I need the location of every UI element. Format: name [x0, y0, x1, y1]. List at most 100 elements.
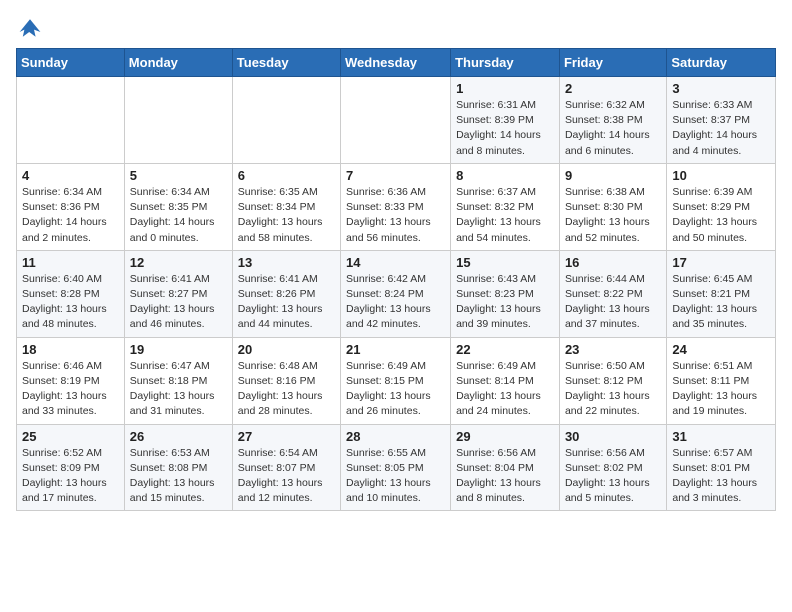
day-info: Sunrise: 6:47 AMSunset: 8:18 PMDaylight:…	[130, 359, 227, 420]
day-info: Sunrise: 6:56 AMSunset: 8:02 PMDaylight:…	[565, 446, 661, 507]
calendar-cell: 26 Sunrise: 6:53 AMSunset: 8:08 PMDayligh…	[124, 424, 232, 511]
day-info: Sunrise: 6:49 AMSunset: 8:14 PMDaylight:…	[456, 359, 554, 420]
day-info: Sunrise: 6:36 AMSunset: 8:33 PMDaylight:…	[346, 185, 445, 246]
calendar-cell: 5Sunrise: 6:34 AMSunset: 8:35 PMDaylight…	[124, 163, 232, 250]
calendar-cell: 20 Sunrise: 6:48 AMSunset: 8:16 PMDayligh…	[232, 337, 340, 424]
day-number: 21	[346, 342, 445, 357]
day-info: Sunrise: 6:52 AMSunset: 8:09 PMDaylight:…	[22, 446, 119, 507]
calendar-cell: 27 Sunrise: 6:54 AMSunset: 8:07 PMDayligh…	[232, 424, 340, 511]
calendar-cell	[124, 77, 232, 164]
calendar-cell: 24 Sunrise: 6:51 AMSunset: 8:11 PMDayligh…	[667, 337, 776, 424]
day-number: 18	[22, 342, 119, 357]
logo	[16, 16, 42, 40]
day-info: Sunrise: 6:40 AMSunset: 8:28 PMDaylight:…	[22, 272, 119, 333]
day-header-tuesday: Tuesday	[232, 49, 340, 77]
day-number: 12	[130, 255, 227, 270]
day-number: 23	[565, 342, 661, 357]
day-number: 14	[346, 255, 445, 270]
day-header-thursday: Thursday	[451, 49, 560, 77]
calendar-cell: 14 Sunrise: 6:42 AMSunset: 8:24 PMDayligh…	[341, 250, 451, 337]
day-number: 24	[672, 342, 770, 357]
calendar-week-row: 25 Sunrise: 6:52 AMSunset: 8:09 PMDayligh…	[17, 424, 776, 511]
calendar-cell: 6 Sunrise: 6:35 AMSunset: 8:34 PMDaylight…	[232, 163, 340, 250]
day-info: Sunrise: 6:48 AMSunset: 8:16 PMDaylight:…	[238, 359, 335, 420]
calendar-cell: 18 Sunrise: 6:46 AMSunset: 8:19 PMDayligh…	[17, 337, 125, 424]
day-number: 16	[565, 255, 661, 270]
calendar-week-row: 4Sunrise: 6:34 AMSunset: 8:36 PMDaylight…	[17, 163, 776, 250]
calendar-week-row: 18 Sunrise: 6:46 AMSunset: 8:19 PMDayligh…	[17, 337, 776, 424]
calendar-cell: 17Sunrise: 6:45 AMSunset: 8:21 PMDayligh…	[667, 250, 776, 337]
day-info: Sunrise: 6:41 AMSunset: 8:26 PMDaylight:…	[238, 272, 335, 333]
calendar-cell: 25 Sunrise: 6:52 AMSunset: 8:09 PMDayligh…	[17, 424, 125, 511]
day-info: Sunrise: 6:35 AMSunset: 8:34 PMDaylight:…	[238, 185, 335, 246]
calendar-week-row: 11 Sunrise: 6:40 AMSunset: 8:28 PMDayligh…	[17, 250, 776, 337]
day-info: Sunrise: 6:51 AMSunset: 8:11 PMDaylight:…	[672, 359, 770, 420]
calendar-cell: 4Sunrise: 6:34 AMSunset: 8:36 PMDaylight…	[17, 163, 125, 250]
day-number: 9	[565, 168, 661, 183]
calendar-cell: 8 Sunrise: 6:37 AMSunset: 8:32 PMDaylight…	[451, 163, 560, 250]
day-number: 11	[22, 255, 119, 270]
day-number: 1	[456, 81, 554, 96]
calendar-cell: 22 Sunrise: 6:49 AMSunset: 8:14 PMDayligh…	[451, 337, 560, 424]
calendar-cell: 2Sunrise: 6:32 AMSunset: 8:38 PMDaylight…	[559, 77, 666, 164]
day-number: 29	[456, 429, 554, 444]
day-number: 22	[456, 342, 554, 357]
calendar-cell: 28 Sunrise: 6:55 AMSunset: 8:05 PMDayligh…	[341, 424, 451, 511]
day-header-saturday: Saturday	[667, 49, 776, 77]
day-info: Sunrise: 6:53 AMSunset: 8:08 PMDaylight:…	[130, 446, 227, 507]
day-number: 10	[672, 168, 770, 183]
calendar-cell: 9 Sunrise: 6:38 AMSunset: 8:30 PMDaylight…	[559, 163, 666, 250]
day-number: 8	[456, 168, 554, 183]
day-number: 3	[672, 81, 770, 96]
day-info: Sunrise: 6:34 AMSunset: 8:35 PMDaylight:…	[130, 185, 227, 246]
day-number: 7	[346, 168, 445, 183]
calendar-cell	[341, 77, 451, 164]
calendar-cell: 13Sunrise: 6:41 AMSunset: 8:26 PMDayligh…	[232, 250, 340, 337]
day-info: Sunrise: 6:43 AMSunset: 8:23 PMDaylight:…	[456, 272, 554, 333]
calendar-cell: 10 Sunrise: 6:39 AMSunset: 8:29 PMDayligh…	[667, 163, 776, 250]
day-info: Sunrise: 6:46 AMSunset: 8:19 PMDaylight:…	[22, 359, 119, 420]
calendar-week-row: 1Sunrise: 6:31 AMSunset: 8:39 PMDaylight…	[17, 77, 776, 164]
day-header-friday: Friday	[559, 49, 666, 77]
calendar-cell: 11 Sunrise: 6:40 AMSunset: 8:28 PMDayligh…	[17, 250, 125, 337]
day-info: Sunrise: 6:38 AMSunset: 8:30 PMDaylight:…	[565, 185, 661, 246]
day-info: Sunrise: 6:57 AMSunset: 8:01 PMDaylight:…	[672, 446, 770, 507]
day-number: 20	[238, 342, 335, 357]
day-number: 17	[672, 255, 770, 270]
calendar-header-row: SundayMondayTuesdayWednesdayThursdayFrid…	[17, 49, 776, 77]
day-info: Sunrise: 6:56 AMSunset: 8:04 PMDaylight:…	[456, 446, 554, 507]
calendar-cell	[17, 77, 125, 164]
day-info: Sunrise: 6:39 AMSunset: 8:29 PMDaylight:…	[672, 185, 770, 246]
day-header-monday: Monday	[124, 49, 232, 77]
day-info: Sunrise: 6:49 AMSunset: 8:15 PMDaylight:…	[346, 359, 445, 420]
calendar-cell: 16 Sunrise: 6:44 AMSunset: 8:22 PMDayligh…	[559, 250, 666, 337]
calendar-cell: 21 Sunrise: 6:49 AMSunset: 8:15 PMDayligh…	[341, 337, 451, 424]
calendar-cell: 19 Sunrise: 6:47 AMSunset: 8:18 PMDayligh…	[124, 337, 232, 424]
day-info: Sunrise: 6:42 AMSunset: 8:24 PMDaylight:…	[346, 272, 445, 333]
day-number: 15	[456, 255, 554, 270]
day-info: Sunrise: 6:44 AMSunset: 8:22 PMDaylight:…	[565, 272, 661, 333]
day-number: 19	[130, 342, 227, 357]
day-info: Sunrise: 6:32 AMSunset: 8:38 PMDaylight:…	[565, 98, 661, 159]
day-number: 25	[22, 429, 119, 444]
day-info: Sunrise: 6:54 AMSunset: 8:07 PMDaylight:…	[238, 446, 335, 507]
calendar-cell: 3 Sunrise: 6:33 AMSunset: 8:37 PMDaylight…	[667, 77, 776, 164]
day-number: 31	[672, 429, 770, 444]
calendar-cell: 12Sunrise: 6:41 AMSunset: 8:27 PMDayligh…	[124, 250, 232, 337]
calendar-cell	[232, 77, 340, 164]
calendar-cell: 31 Sunrise: 6:57 AMSunset: 8:01 PMDayligh…	[667, 424, 776, 511]
day-info: Sunrise: 6:33 AMSunset: 8:37 PMDaylight:…	[672, 98, 770, 159]
day-header-sunday: Sunday	[17, 49, 125, 77]
day-number: 6	[238, 168, 335, 183]
day-number: 26	[130, 429, 227, 444]
day-info: Sunrise: 6:37 AMSunset: 8:32 PMDaylight:…	[456, 185, 554, 246]
day-info: Sunrise: 6:55 AMSunset: 8:05 PMDaylight:…	[346, 446, 445, 507]
day-number: 28	[346, 429, 445, 444]
day-info: Sunrise: 6:50 AMSunset: 8:12 PMDaylight:…	[565, 359, 661, 420]
day-info: Sunrise: 6:34 AMSunset: 8:36 PMDaylight:…	[22, 185, 119, 246]
day-number: 27	[238, 429, 335, 444]
calendar-cell: 1Sunrise: 6:31 AMSunset: 8:39 PMDaylight…	[451, 77, 560, 164]
day-number: 30	[565, 429, 661, 444]
calendar-cell: 30 Sunrise: 6:56 AMSunset: 8:02 PMDayligh…	[559, 424, 666, 511]
logo-bird-icon	[18, 16, 42, 40]
